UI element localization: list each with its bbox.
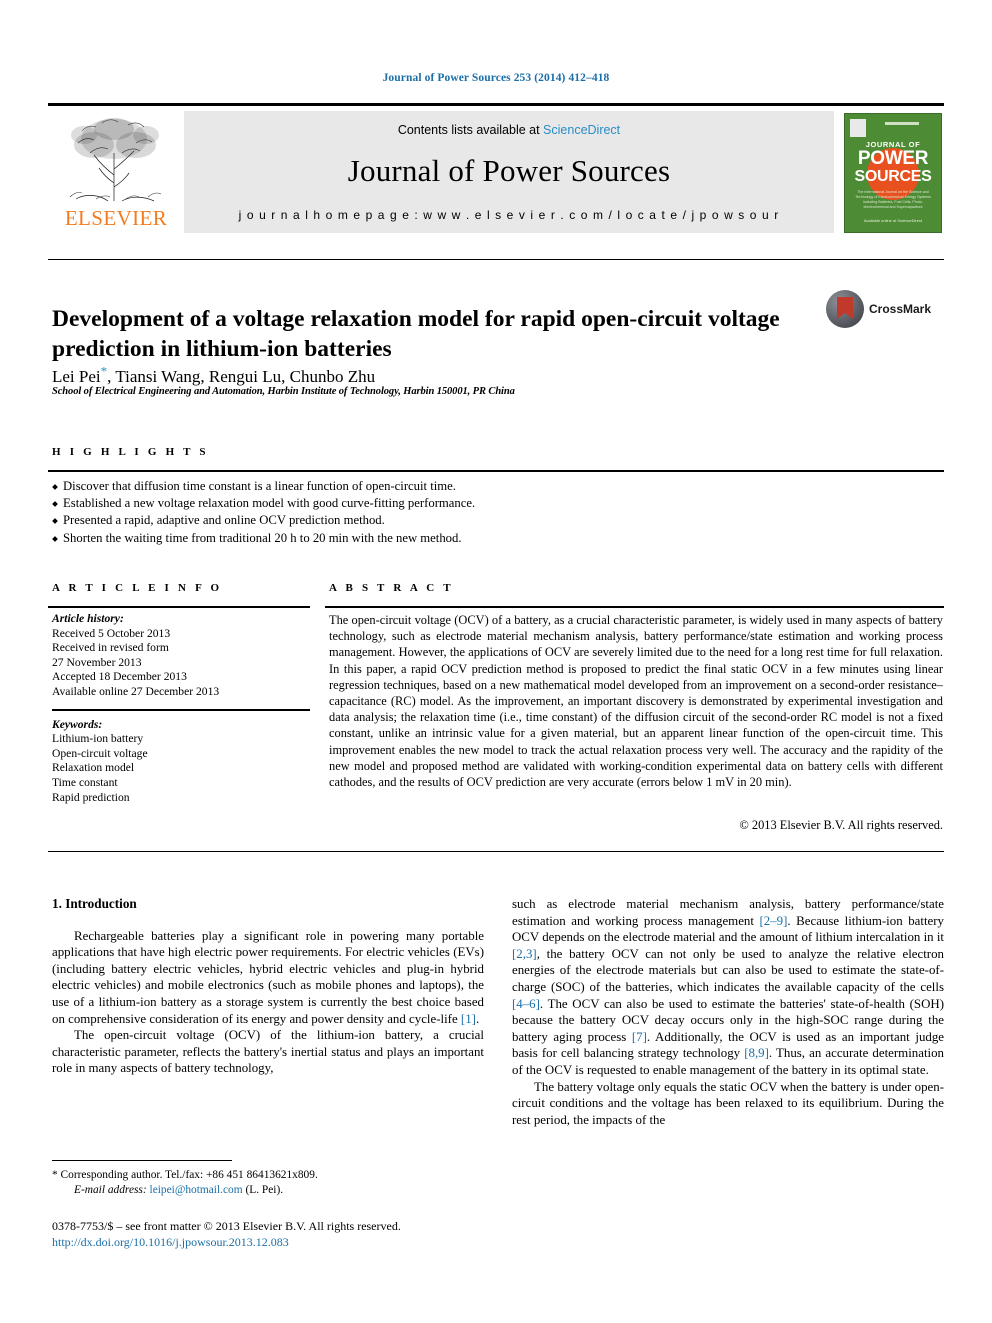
- article-history-item: Accepted 18 December 2013: [52, 670, 187, 684]
- section-heading-introduction: 1. Introduction: [52, 896, 137, 911]
- highlights-label: H I G H L I G H T S: [52, 446, 209, 458]
- citation-reference[interactable]: [2–9]: [759, 914, 787, 928]
- article-history-heading: Article history:: [52, 612, 124, 625]
- masthead-banner: Contents lists available at ScienceDirec…: [184, 111, 834, 233]
- cover-footer: Available online at ScienceDirect: [863, 218, 923, 223]
- cover-top-rule: [885, 122, 919, 125]
- doi-link[interactable]: http://dx.doi.org/10.1016/j.jpowsour.201…: [52, 1234, 532, 1250]
- body-column-right: such as electrode material mechanism ana…: [512, 896, 944, 1128]
- keywords-divider: [52, 708, 310, 711]
- keyword-item: Relaxation model: [52, 761, 135, 775]
- crossmark-badge[interactable]: CrossMark: [826, 288, 938, 330]
- article-info-column: Article history: Received 5 October 2013…: [52, 612, 310, 805]
- abstract-bottom-divider: [48, 851, 944, 852]
- list-item: Established a new voltage relaxation mod…: [52, 495, 612, 512]
- citation-reference[interactable]: [4–6]: [512, 997, 540, 1011]
- keyword-item: Time constant: [52, 775, 118, 789]
- imprint-block: 0378-7753/$ – see front matter © 2013 El…: [52, 1218, 532, 1250]
- cover-blurb: The International Journal on the Science…: [855, 190, 931, 209]
- footnote-block: * Corresponding author. Tel./fax: +86 45…: [52, 1168, 472, 1198]
- article-history-item: 27 November 2013: [52, 655, 142, 669]
- affiliation: School of Electrical Engineering and Aut…: [52, 386, 515, 397]
- journal-title: Journal of Power Sources: [347, 153, 671, 188]
- cover-line3: SOURCES: [854, 168, 932, 185]
- article-history-item: Received 5 October 2013: [52, 626, 171, 640]
- highlights-list: Discover that diffusion time constant is…: [52, 478, 612, 547]
- abstract-label: A B S T R A C T: [329, 582, 454, 594]
- corresponding-author-marker: *: [100, 363, 108, 378]
- list-item: Shorten the waiting time from traditiona…: [52, 530, 612, 547]
- corresponding-author-note: * Corresponding author. Tel./fax: +86 45…: [52, 1169, 318, 1181]
- crossmark-icon: [826, 290, 864, 328]
- paragraph: such as electrode material mechanism ana…: [512, 897, 944, 1077]
- email-link[interactable]: leipei@hotmail.com: [150, 1184, 243, 1196]
- email-label: E-mail address:: [74, 1184, 147, 1197]
- elsevier-logo: ELSEVIER: [48, 111, 182, 233]
- keyword-item: Lithium-ion battery: [52, 732, 144, 746]
- keyword-item: Open-circuit voltage: [52, 746, 148, 760]
- email-note: E-mail address: leipei@hotmail.com (L. P…: [52, 1183, 472, 1198]
- email-suffix: (L. Pei).: [245, 1184, 284, 1197]
- elsevier-wordmark: ELSEVIER: [64, 206, 168, 230]
- contents-available-line: Contents lists available at ScienceDirec…: [184, 123, 834, 137]
- article-info-label: A R T I C L E I N F O: [52, 582, 223, 594]
- page-title: Development of a voltage relaxation mode…: [52, 305, 780, 362]
- paper-page: Journal of Power Sources 253 (2014) 412–…: [0, 0, 992, 1323]
- contents-prefix: Contents lists available at: [397, 123, 544, 137]
- abstract-divider: [325, 606, 944, 608]
- journal-homepage[interactable]: j o u r n a l h o m e p a g e : w w w . …: [184, 208, 834, 222]
- citation-reference[interactable]: [8,9]: [744, 1046, 769, 1060]
- running-head: Journal of Power Sources 253 (2014) 412–…: [382, 72, 610, 84]
- list-item: Presented a rapid, adaptive and online O…: [52, 512, 612, 529]
- sciencedirect-link[interactable]: ScienceDirect: [543, 123, 620, 137]
- elsevier-tree-icon: [69, 118, 162, 202]
- abstract-text: The open-circuit voltage (OCV) of a batt…: [329, 613, 943, 790]
- keywords-heading: Keywords:: [52, 717, 103, 731]
- citation-reference[interactable]: [1]: [461, 1012, 476, 1026]
- citation-reference[interactable]: [7]: [632, 1030, 647, 1044]
- highlights-divider: [48, 470, 944, 472]
- footnote-divider: [52, 1160, 232, 1161]
- list-item: Discover that diffusion time constant is…: [52, 478, 612, 495]
- journal-cover-thumbnail: JOURNAL OF POWER SOURCES The Internation…: [840, 111, 944, 233]
- paragraph: The battery voltage only equals the stat…: [512, 1079, 944, 1127]
- author-list: Lei Pei*, Tiansi Wang, Rengui Lu, Chunbo…: [52, 360, 792, 388]
- article-history-item: Received in revised form: [52, 641, 169, 655]
- paragraph: Rechargeable batteries play a significan…: [52, 928, 484, 1026]
- keyword-item: Rapid prediction: [52, 790, 130, 804]
- article-history-item: Available online 27 December 2013: [52, 684, 220, 698]
- journal-masthead: ELSEVIER Contents lists available at Sci…: [48, 103, 944, 234]
- citation-reference[interactable]: [2,3]: [512, 947, 537, 961]
- article-info-divider: [48, 606, 310, 608]
- cover-line2: POWER: [857, 148, 929, 169]
- cover-elsevier-mark: [850, 119, 866, 137]
- crossmark-label: CrossMark: [869, 302, 932, 316]
- title-divider: [48, 259, 944, 260]
- body-column-left: 1. Introduction Rechargeable batteries p…: [52, 896, 484, 1077]
- authors-text: Lei Pei*, Tiansi Wang, Rengui Lu, Chunbo…: [52, 363, 376, 386]
- paragraph: The open-circuit voltage (OCV) of the li…: [52, 1028, 484, 1076]
- copyright-line: © 2013 Elsevier B.V. All rights reserved…: [739, 818, 943, 832]
- issn-copyright-line: 0378-7753/$ – see front matter © 2013 El…: [52, 1219, 401, 1233]
